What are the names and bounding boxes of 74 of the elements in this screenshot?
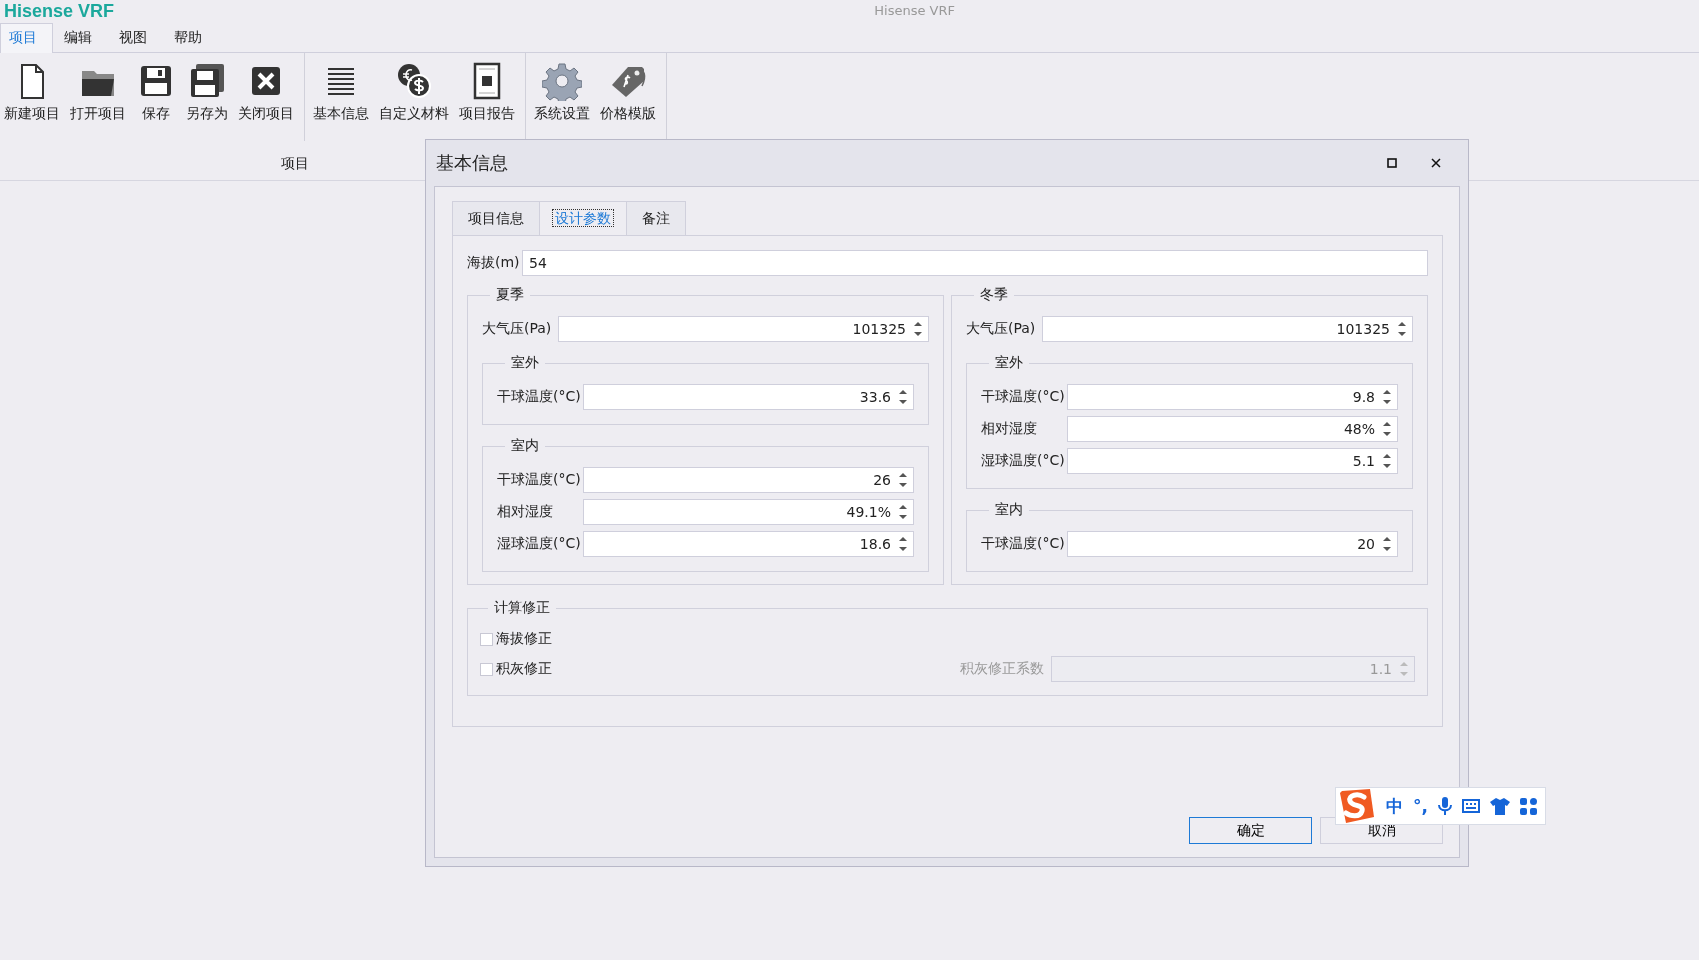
checkbox-label[interactable]: 海拔修正 xyxy=(496,630,576,648)
app-logo: Hisense VRF xyxy=(4,1,115,21)
shirt-icon[interactable] xyxy=(1489,797,1510,815)
spin-arrows-icon[interactable] xyxy=(1383,453,1391,469)
ime-button[interactable]: 中 xyxy=(1386,794,1403,818)
group-title: 室外 xyxy=(510,354,540,372)
gear-icon xyxy=(542,61,582,101)
field-label: 大气压(Pa) xyxy=(482,320,553,338)
checkbox[interactable] xyxy=(480,632,493,646)
number-field[interactable]: 5.1 xyxy=(1067,448,1398,474)
group-title: 室内 xyxy=(510,437,540,455)
group-title: 室内 xyxy=(994,501,1024,519)
field-label: 大气压(Pa) xyxy=(966,320,1037,338)
field-label: 积灰修正系数 xyxy=(960,660,1045,678)
number-field[interactable]: 33.6 xyxy=(583,384,914,410)
menu-tab[interactable]: 帮助 xyxy=(165,23,218,53)
spin-arrows-icon[interactable] xyxy=(899,504,907,520)
apps-icon[interactable] xyxy=(1519,797,1537,815)
toolbar-button[interactable]: 价格模版 xyxy=(596,61,660,123)
number-field[interactable]: 101325 xyxy=(1042,316,1413,342)
field-label: 干球温度(°C) xyxy=(981,535,1064,553)
maximize-icon xyxy=(1387,158,1397,168)
field-label: 干球温度(°C) xyxy=(497,388,580,406)
ribbon-group-label: 项目 xyxy=(281,155,309,171)
menu-tab[interactable]: 视图 xyxy=(110,23,163,53)
group-title: 计算修正 xyxy=(493,599,551,617)
group-title: 冬季 xyxy=(979,286,1009,304)
toolbar-button[interactable]: 保存 xyxy=(132,61,180,123)
toolbar-button[interactable]: 关闭项目 xyxy=(234,61,298,123)
spin-arrows-icon[interactable] xyxy=(1383,389,1391,405)
tab[interactable]: 备注 xyxy=(626,201,686,236)
window-title: Hisense VRF xyxy=(874,3,955,19)
ime-button[interactable]: °, xyxy=(1413,796,1428,816)
field-label: 相对湿度 xyxy=(981,420,1038,438)
field-label: 湿球温度(°C) xyxy=(981,452,1064,470)
spin-arrows-icon[interactable] xyxy=(899,536,907,552)
menu-tab[interactable]: 编辑 xyxy=(55,23,108,53)
field-label: 相对湿度 xyxy=(497,503,554,521)
number-field[interactable]: 26 xyxy=(583,467,914,493)
number-field[interactable]: 20 xyxy=(1067,531,1398,557)
field-label: 湿球温度(°C) xyxy=(497,535,580,553)
dialog-title: 基本信息 xyxy=(436,151,509,175)
spin-arrows-icon[interactable] xyxy=(899,472,907,488)
number-field[interactable]: 9.8 xyxy=(1067,384,1398,410)
text-field[interactable]: 54 xyxy=(522,250,1428,276)
toolbar-button[interactable]: 系统设置 xyxy=(530,61,594,123)
number-field[interactable]: 49.1% xyxy=(583,499,914,525)
spin-arrows-icon[interactable] xyxy=(899,389,907,405)
number-field[interactable]: 48% xyxy=(1067,416,1398,442)
group-title: 夏季 xyxy=(495,286,525,304)
number-field[interactable]: 101325 xyxy=(558,316,929,342)
toolbar-button[interactable]: 新建项目 xyxy=(0,61,64,123)
toolbar-button[interactable]: 另存为 xyxy=(182,61,232,123)
keyboard-icon[interactable] xyxy=(1461,799,1480,813)
spin-arrows-icon[interactable] xyxy=(1383,536,1391,552)
field-label: 干球温度(°C) xyxy=(981,388,1064,406)
toolbar-button[interactable]: 基本信息 xyxy=(309,61,373,123)
field-label: 干球温度(°C) xyxy=(497,471,580,489)
group-title: 室外 xyxy=(994,354,1024,372)
menu-tab[interactable]: 项目 xyxy=(0,23,53,53)
microphone-icon[interactable] xyxy=(1437,796,1452,816)
spin-arrows-icon[interactable] xyxy=(914,321,922,337)
spin-arrows-icon[interactable] xyxy=(1398,321,1406,337)
field-label: 海拔(m) xyxy=(467,254,519,272)
checkbox-label[interactable]: 积灰修正 xyxy=(496,660,576,678)
tab[interactable]: 项目信息 xyxy=(452,201,540,236)
toolbar-button[interactable]: 自定义材料 xyxy=(375,61,453,123)
number-field[interactable]: 18.6 xyxy=(583,531,914,557)
close-icon xyxy=(1431,158,1441,168)
dialog-button[interactable]: 确定 xyxy=(1189,817,1312,844)
checkbox[interactable] xyxy=(480,662,493,676)
spin-arrows-icon[interactable] xyxy=(1383,421,1391,437)
toolbar-button[interactable]: 打开项目 xyxy=(66,61,130,123)
toolbar-button[interactable]: 项目报告 xyxy=(455,61,519,123)
